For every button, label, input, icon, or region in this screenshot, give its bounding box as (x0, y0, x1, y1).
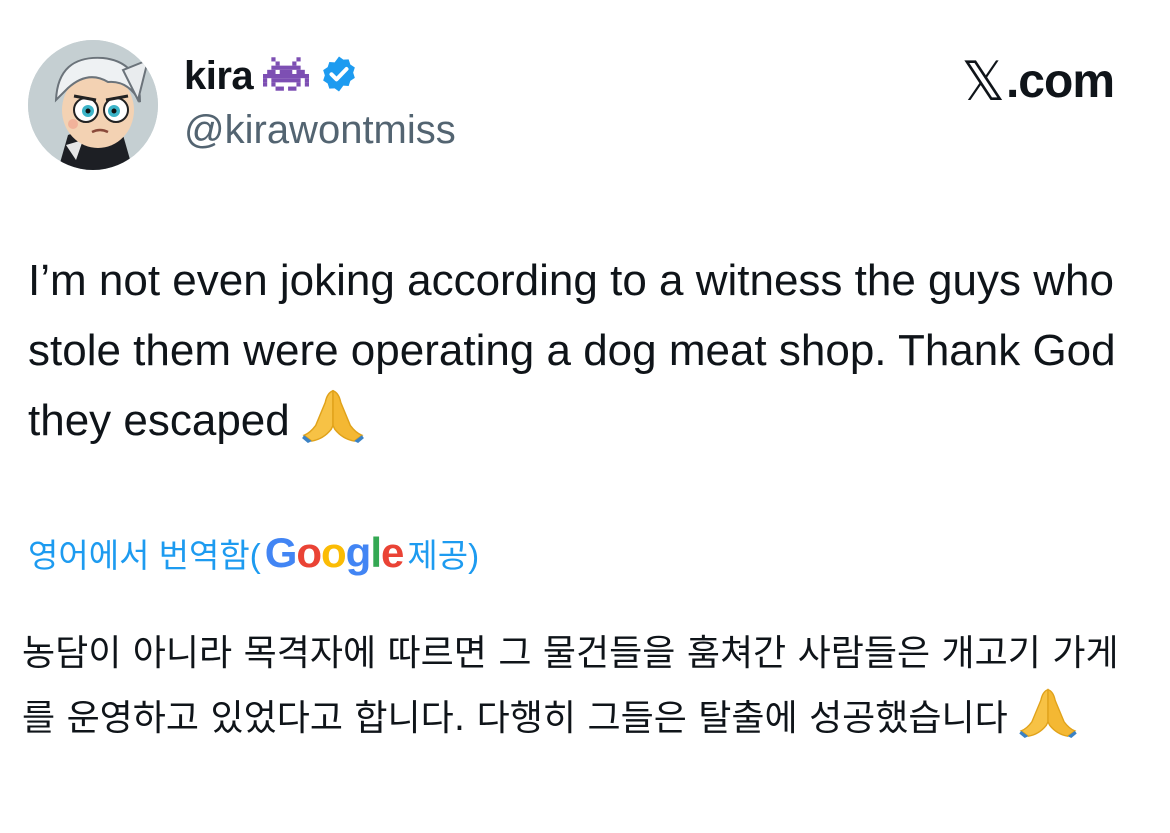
space-invader-icon (263, 54, 310, 99)
author-handle[interactable]: @kirawontmiss (184, 108, 456, 153)
author-name[interactable]: kira (184, 54, 254, 99)
folded-hands-icon (302, 387, 364, 464)
google-logo: Google (264, 529, 405, 576)
translation-prefix: 영어에서 번역함( (28, 537, 261, 574)
brand-logo: 𝕏 .com (961, 50, 1115, 113)
author-row: kira (184, 50, 359, 102)
translated-body: 농담이 아니라 목격자에 따르면 그 물건들을 훔쳐간 사람들은 개고기 가게를… (22, 633, 1119, 739)
tweet-text: I’m not even joking according to a witne… (28, 246, 1138, 464)
tweet-body: I’m not even joking according to a witne… (28, 256, 1116, 445)
avatar[interactable] (28, 40, 158, 170)
x-logo-icon: 𝕏 (961, 50, 1005, 113)
translation-suffix: 제공) (407, 537, 480, 574)
translation-label[interactable]: 영어에서 번역함( Google 제공) (28, 528, 479, 578)
avatar-image (28, 40, 158, 170)
folded-hands-icon (1019, 686, 1077, 759)
translated-text: 농담이 아니라 목격자에 따르면 그 물건들을 훔쳐간 사람들은 개고기 가게를… (22, 622, 1142, 759)
verified-badge-icon (319, 54, 359, 99)
brand-domain: .com (1005, 55, 1115, 108)
